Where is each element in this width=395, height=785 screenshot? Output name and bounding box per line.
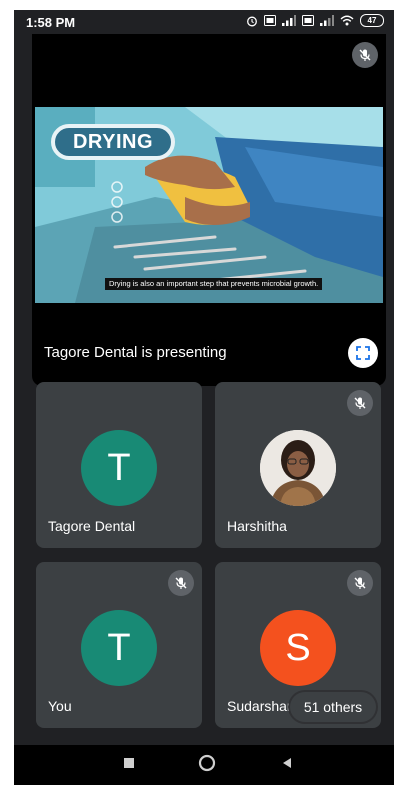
- battery-icon: 47: [360, 14, 384, 27]
- participant-name: Sudarshan: [227, 698, 295, 714]
- meet-app-screen: 1:58 PM 47 DRYING Drying is also an impo…: [14, 10, 394, 785]
- avatar: S: [260, 610, 336, 686]
- participant-tile[interactable]: T Tagore Dental: [36, 382, 202, 548]
- signal-icon: [320, 15, 334, 26]
- volte-icon: [302, 15, 314, 26]
- status-time: 1:58 PM: [26, 15, 76, 30]
- square-icon: [124, 758, 134, 768]
- system-nav-bar: [14, 745, 394, 785]
- avatar-photo: [260, 430, 336, 506]
- avatar: T: [81, 610, 157, 686]
- back-button[interactable]: [280, 756, 294, 775]
- participant-name: Harshitha: [227, 518, 287, 534]
- alarm-icon: [246, 15, 258, 27]
- home-button[interactable]: [198, 754, 216, 777]
- mic-off-icon: [347, 570, 373, 596]
- presenter-label: Tagore Dental is presenting: [44, 344, 227, 361]
- signal-icon: [282, 15, 296, 26]
- mic-off-icon: [352, 42, 378, 68]
- fullscreen-icon: [356, 346, 370, 360]
- shared-screen-video: DRYING Drying is also an important step …: [35, 107, 383, 303]
- mic-off-icon: [168, 570, 194, 596]
- status-bar: 1:58 PM 47: [14, 10, 394, 34]
- avatar: T: [81, 430, 157, 506]
- volte-icon: [264, 15, 276, 26]
- participant-tile[interactable]: Harshitha: [215, 382, 381, 548]
- wifi-icon: [340, 15, 354, 26]
- presentation-tile[interactable]: DRYING Drying is also an important step …: [32, 34, 386, 386]
- recents-button[interactable]: [122, 756, 136, 775]
- video-caption: Drying is also an important step that pr…: [105, 278, 323, 290]
- participant-tile[interactable]: T You: [36, 562, 202, 728]
- triangle-back-icon: [283, 758, 291, 768]
- status-icons: 47: [246, 14, 384, 27]
- circle-icon: [198, 754, 216, 772]
- mic-off-icon: [347, 390, 373, 416]
- others-chip[interactable]: 51 others: [290, 692, 376, 722]
- participant-name: You: [48, 698, 72, 714]
- participant-name: Tagore Dental: [48, 518, 136, 534]
- fullscreen-button[interactable]: [348, 338, 378, 368]
- slide-title-badge: DRYING: [51, 124, 175, 160]
